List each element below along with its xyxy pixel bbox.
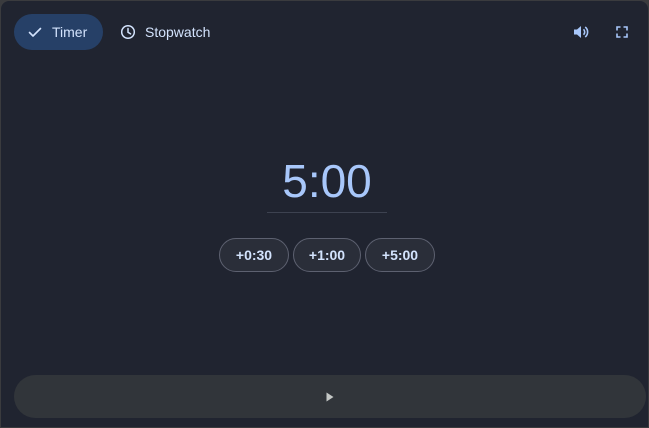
- volume-icon[interactable]: [572, 23, 590, 41]
- play-icon: [326, 392, 334, 401]
- start-button[interactable]: [14, 375, 646, 418]
- timer-widget: Timer Stopwatch 5:00 +0:30 +1:00 +5:00: [1, 1, 648, 427]
- add-1-minute-button[interactable]: +1:00: [293, 238, 361, 272]
- add-5-minutes-button[interactable]: +5:00: [365, 238, 435, 272]
- check-icon: [28, 27, 42, 37]
- add-30-seconds-button[interactable]: +0:30: [219, 238, 289, 272]
- tab-stopwatch-label: Stopwatch: [145, 24, 211, 40]
- timer-display[interactable]: 5:00: [267, 153, 387, 213]
- tab-stopwatch[interactable]: Stopwatch: [108, 14, 220, 50]
- tab-timer[interactable]: Timer: [14, 14, 103, 50]
- fullscreen-icon[interactable]: [613, 23, 631, 41]
- tab-timer-label: Timer: [52, 24, 88, 40]
- clock-icon: [120, 24, 136, 40]
